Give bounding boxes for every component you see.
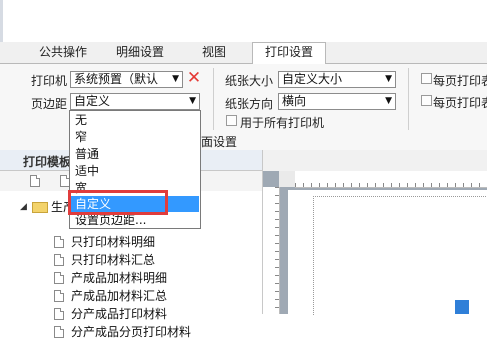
delete-icon[interactable]: ✕	[186, 69, 202, 87]
tree-item-label: 只打印材料明细	[71, 235, 156, 249]
printer-label: 打印机	[31, 74, 68, 88]
margin-select-value: 自定义	[74, 94, 111, 108]
ribbon-tab-strip: 公共操作 明细设置 视图 打印设置	[0, 42, 487, 64]
paper-size-label: 纸张大小	[225, 74, 274, 88]
ribbon-separator	[213, 68, 214, 130]
highlight-box	[68, 190, 168, 215]
page-setup-group-label: 面设置	[201, 135, 238, 149]
ribbon-separator	[408, 68, 409, 130]
margin-option-narrow[interactable]: 窄	[71, 129, 199, 145]
printer-select-value: 系统预置（默认	[74, 72, 159, 86]
folder-icon	[32, 202, 48, 213]
tab-public-operations[interactable]: 公共操作	[32, 43, 94, 62]
chevron-down-icon: ▼	[172, 74, 179, 84]
margin-option-normal[interactable]: 普通	[71, 146, 199, 162]
preview-corner	[263, 150, 487, 171]
window-left-border	[0, 0, 3, 42]
tab-detail-settings[interactable]: 明细设置	[105, 43, 175, 62]
document-icon	[54, 308, 64, 320]
apply-all-printers-label: 用于所有打印机	[240, 116, 325, 130]
tree-item-label: 分产成品分页打印材料	[71, 325, 192, 339]
tab-view[interactable]: 视图	[192, 43, 236, 62]
chevron-down-icon: ▼	[189, 96, 196, 106]
paper-size-select[interactable]: 自定义大小 ▼	[278, 71, 396, 88]
printer-select[interactable]: 系统预置（默认 ▼	[70, 71, 183, 88]
tree-item-label: 产成品加材料明细	[71, 271, 168, 285]
tree-item-label: 只打印材料汇总	[71, 253, 156, 267]
margin-option-none[interactable]: 无	[71, 112, 199, 128]
ruler-corner	[279, 171, 295, 187]
per-page-print-label-1: 每页打印表	[433, 74, 487, 88]
document-icon	[54, 254, 64, 266]
margin-option-moderate[interactable]: 适中	[71, 163, 199, 179]
vertical-ruler	[263, 187, 280, 314]
margin-select[interactable]: 自定义 ▼	[70, 93, 200, 110]
document-icon	[54, 272, 64, 284]
horizontal-ruler	[295, 171, 487, 188]
per-page-print-checkbox-1[interactable]	[421, 73, 432, 84]
tree-item-label: 产成品加材料汇总	[71, 289, 168, 303]
chevron-down-icon: ▼	[385, 96, 392, 106]
paper-margin-guide	[313, 196, 487, 315]
collapse-icon[interactable]: ◢	[20, 200, 27, 215]
document-icon	[54, 326, 64, 338]
document-icon	[54, 290, 64, 302]
chevron-down-icon: ▼	[385, 74, 392, 84]
paper-orientation-label: 纸张方向	[225, 97, 274, 111]
paper-size-select-value: 自定义大小	[282, 72, 343, 86]
tab-print-settings[interactable]: 打印设置	[252, 42, 326, 64]
document-icon	[54, 236, 64, 248]
margin-label: 页边距	[31, 97, 68, 111]
paper-orientation-select-value: 横向	[282, 94, 307, 108]
paper-orientation-select[interactable]: 横向 ▼	[278, 93, 396, 110]
window-top-area	[0, 0, 487, 42]
per-page-print-label-2: 每页打印表	[433, 96, 487, 110]
apply-all-printers-checkbox[interactable]	[226, 115, 237, 126]
per-page-print-checkbox-2[interactable]	[421, 95, 432, 106]
new-template-icon[interactable]	[30, 175, 40, 187]
page-marker-icon	[455, 300, 469, 314]
template-panel-title: 打印模板	[23, 155, 72, 169]
tree-item-label: 分产成品打印材料	[71, 307, 168, 321]
